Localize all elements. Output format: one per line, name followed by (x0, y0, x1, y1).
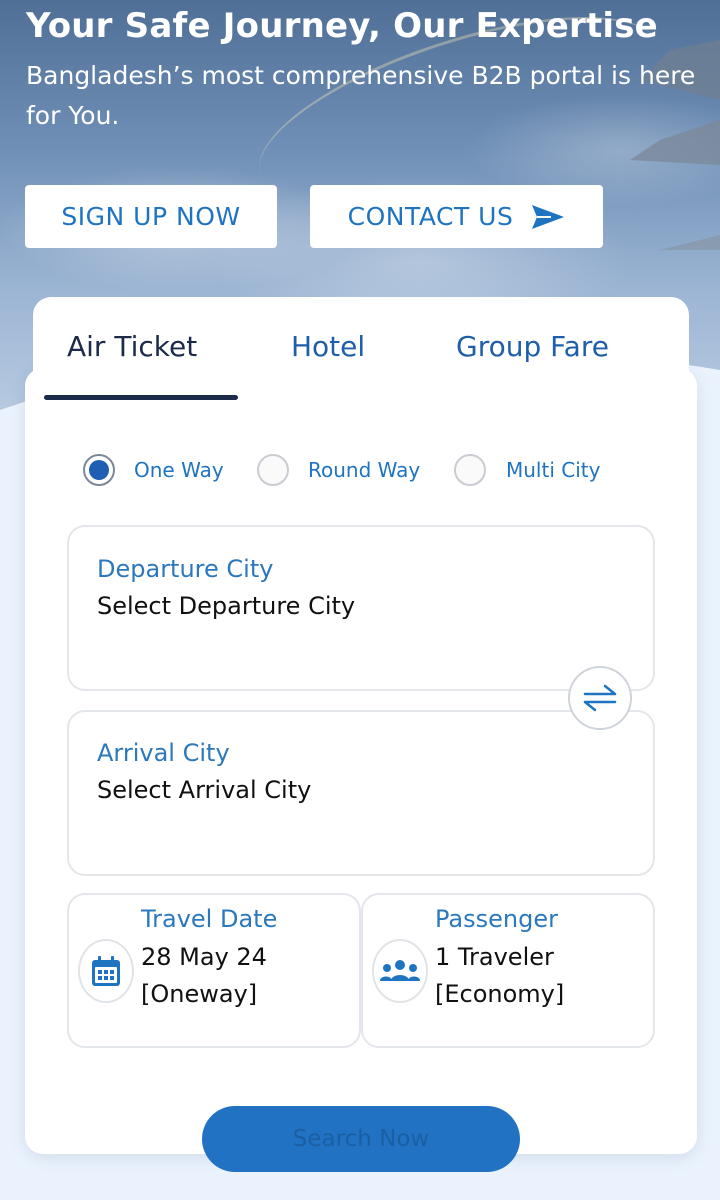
departure-city-field[interactable]: Departure City Select Departure City (67, 525, 655, 691)
sign-up-label: SIGN UP NOW (61, 202, 241, 231)
departure-city-label: Departure City (97, 555, 274, 583)
departure-city-value: Select Departure City (97, 592, 356, 620)
calendar-icon-circle (78, 939, 134, 1003)
radio-multi-city-label[interactable]: Multi City (506, 458, 600, 482)
swap-arrows-icon (583, 684, 617, 712)
travel-date-field[interactable]: Travel Date 28 May 24 [Oneway] (67, 893, 361, 1048)
arrival-city-field[interactable]: Arrival City Select Arrival City (67, 710, 655, 876)
radio-one-way-label[interactable]: One Way (134, 458, 224, 482)
passenger-value: 1 Traveler [Economy] (435, 939, 564, 1013)
radio-round-way[interactable] (257, 454, 289, 486)
swap-cities-button[interactable] (568, 666, 632, 730)
search-now-label: Search Now (292, 1126, 430, 1152)
calendar-icon (92, 956, 120, 986)
passenger-field[interactable]: Passenger 1 Traveler [Economy] (361, 893, 655, 1048)
sign-up-button[interactable]: SIGN UP NOW (25, 185, 277, 248)
travel-date-trip-type: [Oneway] (141, 980, 258, 1008)
hero-headline: Your Safe Journey, Our Expertise (26, 6, 658, 46)
passenger-count: 1 Traveler (435, 943, 554, 971)
active-tab-indicator (44, 395, 238, 400)
travel-date-label: Travel Date (141, 905, 278, 933)
travel-date-date: 28 May 24 (141, 943, 267, 971)
tab-group-fare[interactable]: Group Fare (456, 330, 609, 363)
people-group-icon (380, 960, 420, 981)
contact-us-button[interactable]: CONTACT US (310, 185, 603, 248)
arrival-city-value: Select Arrival City (97, 776, 312, 804)
contact-us-label: CONTACT US (347, 202, 514, 231)
arrival-city-label: Arrival City (97, 739, 230, 767)
passenger-label: Passenger (435, 905, 558, 933)
tab-hotel[interactable]: Hotel (291, 330, 365, 363)
tab-air-ticket[interactable]: Air Ticket (67, 330, 197, 363)
passenger-class: [Economy] (435, 980, 565, 1008)
hero-subline: Bangladesh’s most comprehensive B2B port… (26, 61, 696, 130)
send-arrow-icon (532, 204, 565, 229)
radio-multi-city[interactable] (454, 454, 486, 486)
search-now-button[interactable]: Search Now (202, 1106, 520, 1172)
radio-one-way[interactable] (83, 454, 115, 486)
radio-round-way-label[interactable]: Round Way (308, 458, 420, 482)
travel-date-value: 28 May 24 [Oneway] (141, 939, 267, 1013)
people-icon-circle (372, 939, 428, 1003)
